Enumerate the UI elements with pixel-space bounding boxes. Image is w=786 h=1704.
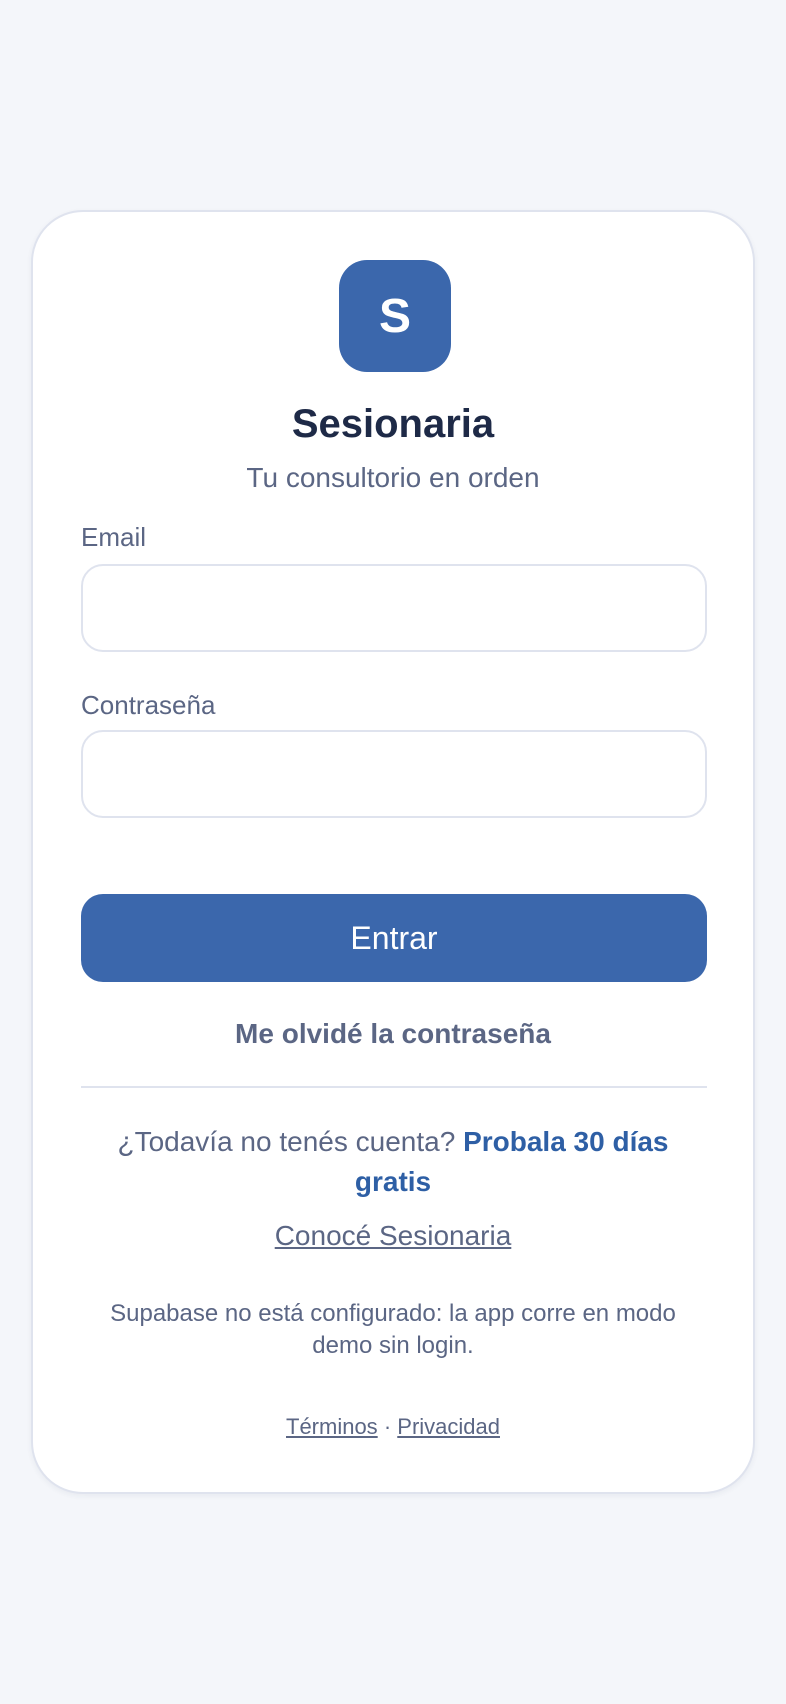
- learn-more-link[interactable]: Conocé Sesionaria: [275, 1220, 512, 1251]
- login-card: S Sesionaria Tu consultorio en orden Ema…: [31, 210, 755, 1494]
- signup-prompt-text: ¿Todavía no tenés cuenta?: [117, 1126, 456, 1157]
- login-button[interactable]: Entrar: [81, 894, 707, 982]
- forgot-password-link[interactable]: Me olvidé la contraseña: [33, 1018, 753, 1050]
- legal-footer: Términos · Privacidad: [33, 1414, 753, 1440]
- learn-more: Conocé Sesionaria: [33, 1220, 753, 1252]
- password-field[interactable]: [81, 730, 707, 818]
- email-field[interactable]: [81, 564, 707, 652]
- signup-prompt: ¿Todavía no tenés cuenta? Probala 30 día…: [93, 1122, 693, 1202]
- logo-letter: S: [378, 289, 411, 343]
- footer-separator: ·: [383, 1414, 392, 1439]
- email-label: Email: [81, 522, 147, 552]
- app-tagline: Tu consultorio en orden: [246, 462, 540, 493]
- demo-mode-notice: Supabase no está configurado: la app cor…: [110, 1300, 676, 1359]
- app-logo: S: [339, 260, 451, 372]
- app-title: Sesionaria: [291, 402, 495, 446]
- password-label: Contraseña: [81, 690, 216, 720]
- privacy-link[interactable]: Privacidad: [397, 1414, 500, 1439]
- divider: [81, 1086, 707, 1088]
- terms-link[interactable]: Términos: [286, 1414, 378, 1439]
